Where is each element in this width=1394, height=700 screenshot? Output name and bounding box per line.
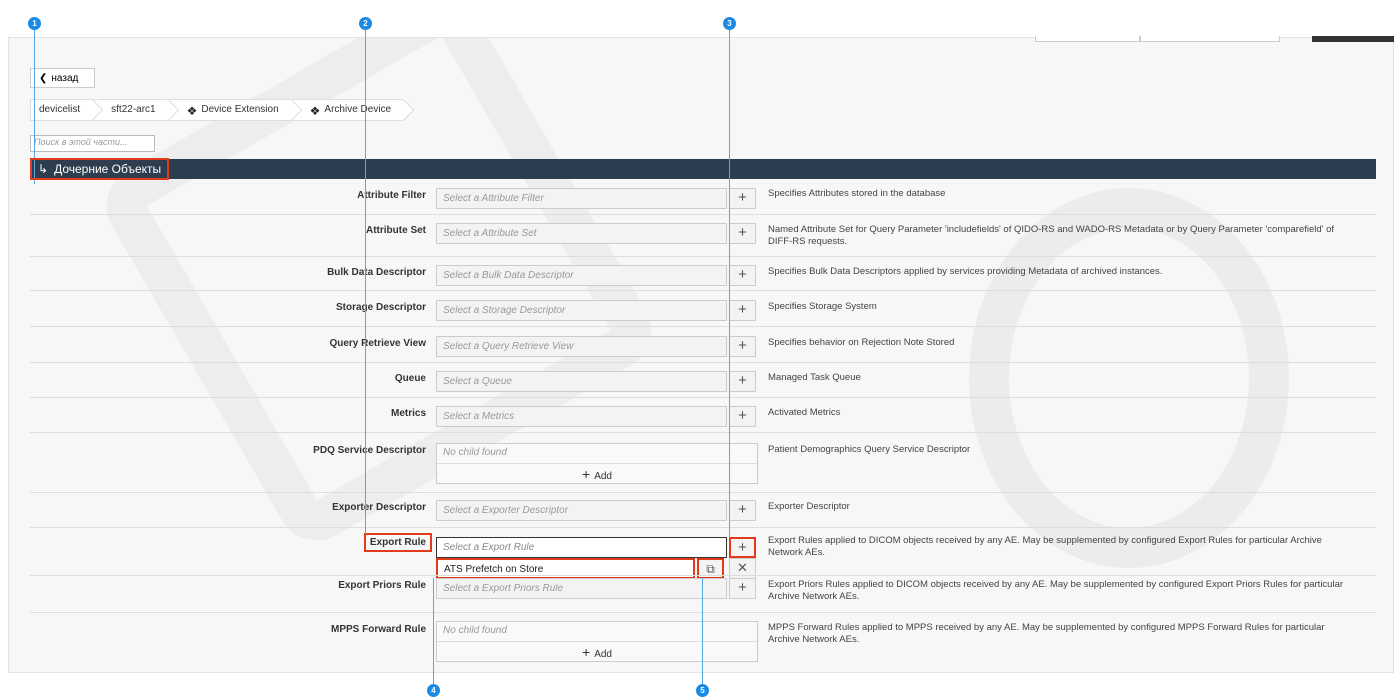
row-description: Specifies Storage System — [768, 301, 877, 312]
add-query-retrieve-view-button[interactable]: + — [729, 336, 756, 357]
section-title-label: Дочерние Объекты — [54, 162, 162, 176]
section-header-bar — [30, 159, 1376, 179]
row-divider — [30, 432, 1376, 433]
add-export-priors-rule-button[interactable]: + — [729, 578, 756, 599]
row-divider — [30, 362, 1376, 363]
add-attribute-filter-button[interactable]: + — [729, 188, 756, 209]
attribute-filter-select[interactable]: Select a Attribute Filter — [436, 188, 727, 209]
add-mpps-forward-rule-button[interactable]: + Add — [437, 642, 757, 660]
breadcrumb-device-extension[interactable]: ❖ Device Extension — [167, 99, 291, 121]
add-attribute-set-button[interactable]: + — [729, 223, 756, 244]
back-button[interactable]: ❮ назад — [30, 68, 95, 88]
exporter-descriptor-select[interactable]: Select a Exporter Descriptor — [436, 500, 727, 521]
row-divider — [30, 214, 1376, 215]
row-label: Metrics — [390, 408, 426, 419]
callout-line — [433, 578, 434, 684]
row-description: Export Priors Rules applied to DICOM obj… — [768, 579, 1344, 602]
add-pdq-service-descriptor-button[interactable]: + Add — [437, 464, 757, 482]
breadcrumb-label: Archive Device — [324, 104, 392, 115]
row-divider — [30, 290, 1376, 291]
row-divider — [30, 575, 1376, 576]
row-divider — [30, 326, 1376, 327]
breadcrumb-archive-device[interactable]: ❖ Archive Device — [290, 99, 404, 121]
breadcrumb-label: devicelist — [39, 104, 81, 115]
callout-marker: 3 — [723, 17, 736, 30]
add-metrics-button[interactable]: + — [729, 406, 756, 427]
callout-marker: 2 — [359, 17, 372, 30]
row-description: Patient Demographics Query Service Descr… — [768, 444, 971, 455]
attribute-set-select[interactable]: Select a Attribute Set — [436, 223, 727, 244]
add-export-rule-button[interactable]: + — [729, 537, 756, 558]
add-storage-descriptor-button[interactable]: + — [729, 300, 756, 321]
row-label: Query Retrieve View — [329, 338, 426, 349]
search-input[interactable]: Поиск в этой части... — [30, 135, 155, 152]
breadcrumb-devicelist[interactable]: devicelist — [30, 99, 93, 121]
row-divider — [30, 256, 1376, 257]
row-label: Queue — [394, 373, 426, 384]
metrics-select[interactable]: Select a Metrics — [436, 406, 727, 427]
pdq-service-descriptor-list: No child found + Add — [436, 443, 758, 484]
add-exporter-descriptor-button[interactable]: + — [729, 500, 756, 521]
row-label: Attribute Set — [366, 225, 426, 236]
callout-marker: 4 — [427, 684, 440, 697]
copy-icon: ⧉ — [706, 562, 715, 576]
topbar-stub — [1312, 36, 1394, 42]
puzzle-icon: ❖ — [186, 104, 198, 118]
callout-marker: 1 — [28, 17, 41, 30]
row-description: Specifies Attributes stored in the datab… — [768, 188, 946, 199]
add-label: Add — [594, 649, 612, 660]
child-arrow-icon: ↳ — [38, 162, 49, 176]
chevron-left-icon: ❮ — [39, 72, 48, 84]
topbar-stub — [1035, 36, 1140, 42]
row-divider — [30, 612, 1376, 613]
callout-marker: 5 — [696, 684, 709, 697]
row-description: Specifies behavior on Rejection Note Sto… — [768, 337, 955, 348]
row-description: Managed Task Queue — [768, 372, 861, 383]
row-label: Storage Descriptor — [335, 302, 426, 313]
row-label: MPPS Forward Rule — [330, 624, 426, 635]
callout-line — [365, 24, 366, 534]
breadcrumb-label: sft22-arc1 — [111, 104, 156, 115]
callout-line — [729, 24, 730, 538]
row-description: MPPS Forward Rules applied to MPPS recei… — [768, 622, 1325, 645]
bulk-data-descriptor-select[interactable]: Select a Bulk Data Descriptor — [436, 265, 727, 286]
row-label: Export Priors Rule — [338, 580, 426, 591]
mpps-forward-rule-list: No child found + Add — [436, 621, 758, 662]
close-icon: ✕ — [737, 560, 748, 575]
row-label: Bulk Data Descriptor — [327, 267, 426, 278]
empty-list-text: No child found — [437, 444, 757, 464]
storage-descriptor-select[interactable]: Select a Storage Descriptor — [436, 300, 727, 321]
export-priors-rule-select[interactable]: Select a Export Priors Rule — [436, 578, 727, 599]
row-label: Attribute Filter — [357, 190, 426, 201]
row-label: PDQ Service Descriptor — [313, 445, 426, 456]
add-bulk-data-descriptor-button[interactable]: + — [729, 265, 756, 286]
row-description: Named Attribute Set for Query Parameter … — [768, 224, 1335, 247]
export-rule-select[interactable]: Select a Export Rule — [436, 537, 727, 558]
empty-list-text: No child found — [437, 622, 757, 642]
breadcrumb-label: Device Extension — [201, 104, 279, 115]
row-description: Activated Metrics — [768, 407, 841, 418]
plus-icon: + — [582, 644, 591, 660]
section-title: ↳ Дочерние Объекты — [30, 158, 170, 180]
queue-select[interactable]: Select a Queue — [436, 371, 727, 392]
plus-icon: + — [582, 466, 591, 482]
row-label: Exporter Descriptor — [332, 502, 426, 513]
row-description: Export Rules applied to DICOM objects re… — [768, 535, 1322, 558]
add-label: Add — [594, 471, 612, 482]
topbar-stub — [1140, 36, 1280, 42]
row-description: Specifies Bulk Data Descriptors applied … — [768, 266, 1163, 277]
row-divider — [30, 527, 1376, 528]
callout-line — [702, 578, 703, 684]
query-retrieve-view-select[interactable]: Select a Query Retrieve View — [436, 336, 727, 357]
add-queue-button[interactable]: + — [729, 371, 756, 392]
puzzle-icon: ❖ — [309, 104, 321, 118]
breadcrumb-device[interactable]: sft22-arc1 — [92, 99, 168, 121]
breadcrumb: devicelist sft22-arc1 ❖ Device Extension … — [30, 99, 404, 121]
row-label: Export Rule — [363, 533, 432, 552]
row-divider — [30, 492, 1376, 493]
back-label: назад — [51, 72, 79, 84]
row-divider — [30, 397, 1376, 398]
row-description: Exporter Descriptor — [768, 501, 850, 512]
